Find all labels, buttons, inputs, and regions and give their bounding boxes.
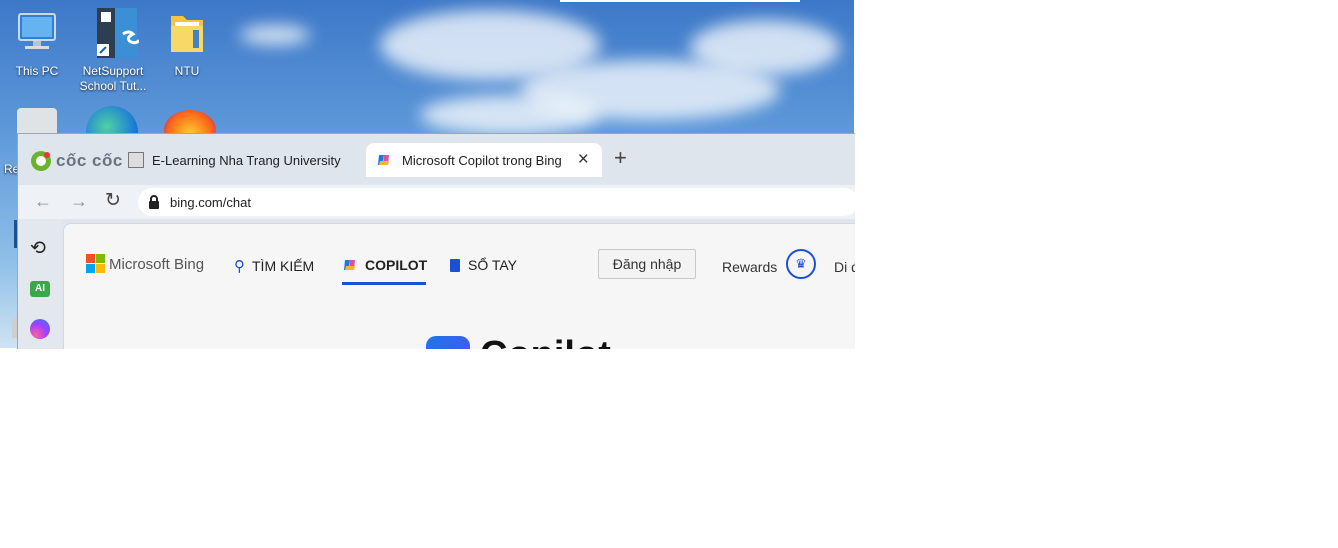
active-nav-underline — [342, 282, 426, 285]
history-icon[interactable]: ⟲ — [30, 237, 46, 260]
desktop-icon-netsupport[interactable]: NetSupport School Tut... — [76, 6, 150, 94]
url-text: bing.com/chat — [170, 194, 251, 210]
computer-icon — [0, 10, 74, 60]
bing-logo[interactable]: Microsoft Bing — [86, 254, 204, 274]
search-icon: ⚲ — [234, 258, 245, 275]
browser-window: cốc cốc E-Learning Nha Trang University … — [17, 133, 855, 349]
logo-text: Microsoft Bing — [109, 255, 205, 273]
nav-label: SỔ TAY — [468, 257, 518, 273]
login-button[interactable]: Đăng nhập — [598, 249, 696, 279]
new-tab-button[interactable]: + — [614, 145, 627, 171]
ai-icon[interactable]: AI — [30, 281, 50, 297]
window-edge — [560, 0, 800, 2]
microsoft-logo-icon — [86, 254, 105, 273]
desktop-icon-label: NetSupport School Tut... — [79, 64, 147, 93]
coccoc-icon — [31, 151, 51, 171]
desktop-icon-ntu[interactable]: NTU — [150, 10, 224, 79]
netsupport-icon — [76, 6, 150, 62]
hero: Copilot — [426, 334, 611, 349]
tab-label: E-Learning Nha Trang University — [152, 152, 341, 168]
brand-name: cốc cốc — [56, 151, 123, 170]
notebook-icon — [450, 258, 460, 272]
tab-elearning[interactable]: E-Learning Nha Trang University — [128, 143, 358, 177]
desktop-icon-label: NTU — [174, 64, 200, 78]
copilot-icon — [376, 152, 392, 168]
cut-off-text: Di đ — [834, 259, 855, 275]
coccoc-logo[interactable]: cốc cốc — [30, 150, 123, 172]
copilot-icon — [342, 257, 358, 273]
browser-sidebar: ⟲ AI — [18, 219, 62, 349]
nav-copilot[interactable]: COPILOT — [342, 257, 427, 273]
forward-icon[interactable]: → — [70, 191, 88, 212]
nav-notebook[interactable]: SỔ TAY — [450, 257, 517, 273]
tab-label: Microsoft Copilot trong Bing — [402, 152, 562, 168]
nav-label: TÌM KIẾM — [252, 258, 315, 274]
folder-icon — [150, 10, 224, 60]
messenger-icon[interactable] — [30, 319, 50, 339]
tab-strip: cốc cốc E-Learning Nha Trang University … — [18, 134, 855, 185]
copilot-logo-icon — [426, 335, 470, 349]
tab-copilot[interactable]: Microsoft Copilot trong Bing × — [366, 143, 602, 177]
rewards-label[interactable]: Rewards — [722, 259, 777, 275]
nav-search[interactable]: ⚲ TÌM KIẾM — [234, 257, 314, 275]
desktop-icon-label: This PC — [15, 64, 59, 78]
bing-page: Microsoft Bing ⚲ TÌM KIẾM COPILOT SỔ TAY… — [63, 223, 855, 349]
rewards-trophy-icon[interactable]: ♛ — [786, 249, 816, 279]
back-icon[interactable]: ← — [34, 191, 52, 212]
moodle-icon — [128, 152, 144, 168]
reload-icon[interactable]: ↻ — [105, 189, 121, 212]
close-tab-icon[interactable]: × — [578, 149, 589, 171]
hero-title: Copilot — [480, 334, 611, 349]
lock-icon — [148, 194, 160, 210]
desktop-icon-this-pc[interactable]: This PC — [0, 10, 74, 79]
toolbar: ← → ↻ bing.com/chat — [18, 185, 855, 219]
nav-label: COPILOT — [365, 257, 428, 273]
address-bar[interactable]: bing.com/chat — [138, 188, 855, 216]
recycle-bin-icon[interactable] — [17, 108, 57, 134]
